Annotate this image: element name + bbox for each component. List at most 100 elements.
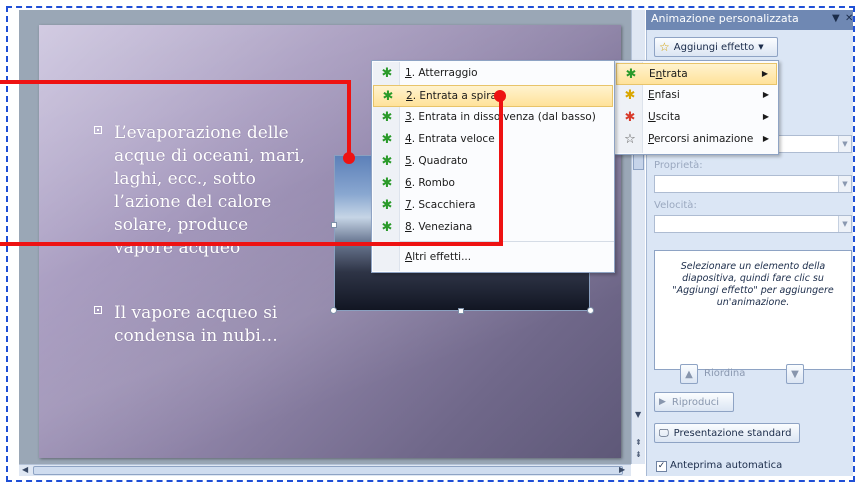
play-button[interactable]: ▶ Riproduci	[654, 392, 734, 412]
menu-item-effect-4[interactable]: ✱ 4. Entrata veloce	[373, 129, 613, 151]
play-icon: ▶	[659, 397, 666, 407]
annotation-line	[347, 80, 351, 158]
menu-item-label: . Rombo	[411, 177, 455, 189]
green-star-icon: ✱	[381, 198, 393, 213]
menu-item-entrance[interactable]: ✱ Entrata ▶	[616, 63, 777, 85]
bullet-1-line: L’evaporazione delle	[114, 123, 289, 143]
menu-item-label: . Scacchiera	[411, 199, 476, 211]
menu-item-label: . Entrata a spirale	[412, 90, 507, 102]
effect-type-menu: ✱ Entrata ▶ ✱ Enfasi ▶ ✱ Uscita ▶ ☆ Perc…	[614, 60, 779, 155]
menu-item-effect-8[interactable]: ✱ 8. Veneziana	[373, 217, 613, 239]
slideshow-icon: 🖵	[659, 427, 669, 439]
motion-path-icon: ☆	[624, 132, 636, 147]
horizontal-scroll-thumb[interactable]	[33, 466, 623, 475]
annotation-dot	[494, 90, 506, 102]
menu-item-effect-6[interactable]: ✱ 6. Rombo	[373, 173, 613, 195]
menu-item-label: ercorsi animazione	[653, 133, 754, 145]
bullet-2[interactable]: Il vapore acqueo si condensa in nubi…	[94, 302, 278, 348]
add-effect-button[interactable]: ☆ Aggiungi effetto ▼	[654, 37, 778, 57]
chevron-down-icon: ▼	[838, 136, 851, 152]
menu-item-more-effects[interactable]: Altri effetti...	[373, 247, 613, 269]
submenu-arrow-icon: ▶	[762, 90, 769, 99]
menu-item-label: . Entrata in dissolvenza (dal basso)	[411, 111, 596, 123]
bullet-1-line: solare, produce	[114, 215, 249, 235]
green-star-icon: ✱	[381, 132, 393, 147]
annotation-dot	[343, 152, 355, 164]
green-star-icon: ✱	[381, 110, 393, 125]
menu-item-label: ltri effetti...	[412, 251, 472, 263]
menu-item-label: scita	[655, 111, 681, 123]
menu-item-label: U	[648, 111, 656, 123]
green-star-icon: ✱	[381, 66, 393, 81]
autopreview-label: Anteprima automatica	[670, 460, 783, 471]
menu-item-label: E	[649, 68, 656, 80]
annotation-line	[499, 96, 503, 246]
bullet-1[interactable]: L’evaporazione delle acque di oceani, ma…	[94, 122, 305, 260]
menu-item-effect-2[interactable]: ✱ 2. Entrata a spirale	[373, 85, 613, 107]
next-slide-icon[interactable]: ⇟	[635, 450, 642, 459]
animation-list[interactable]: Selezionare un elemento della diapositiv…	[654, 250, 852, 370]
bullet-1-line: laghi, ecc., sotto	[114, 169, 256, 189]
chevron-down-icon: ▼	[758, 43, 764, 51]
menu-item-effect-5[interactable]: ✱ 5. Quadrato	[373, 151, 613, 173]
bullet-marker-icon	[94, 126, 102, 134]
resize-handle[interactable]	[587, 307, 594, 314]
exit-icon: ✱	[624, 110, 636, 125]
resize-handle[interactable]	[458, 308, 464, 314]
menu-item-label: . Atterraggio	[411, 67, 478, 79]
add-effect-label: Aggiungi effetto	[673, 41, 755, 53]
annotation-line	[0, 80, 350, 84]
slideshow-button[interactable]: 🖵 Presentazione standard	[654, 423, 800, 443]
move-up-icon[interactable]: ▲	[680, 364, 698, 384]
menu-item-label: E	[648, 89, 655, 101]
scroll-left-arrow-icon[interactable]: ◀	[22, 465, 28, 474]
properties-select[interactable]: ▼	[654, 175, 852, 193]
slideshow-label: Presentazione standard	[673, 427, 792, 439]
horizontal-scrollbar[interactable]: ◀ ▶	[19, 464, 631, 476]
menu-item-effect-1[interactable]: ✱ 1. Atterraggio	[373, 63, 613, 85]
menu-item-number: 7	[405, 199, 412, 211]
pane-title: Animazione personalizzata	[651, 12, 799, 25]
pane-menu-arrow-icon[interactable]: ▼	[832, 13, 840, 24]
menu-item-number: 2	[406, 90, 413, 102]
menu-item-number: 8	[405, 221, 412, 233]
green-star-icon: ✱	[382, 89, 394, 104]
menu-item-effect-3[interactable]: ✱ 3. Entrata in dissolvenza (dal basso)	[373, 107, 613, 129]
add-effect-star-icon: ☆	[659, 40, 670, 54]
autopreview-checkbox[interactable]: ✓	[656, 461, 667, 472]
move-down-icon[interactable]: ▼	[786, 364, 804, 384]
scroll-down-arrow-icon[interactable]: ▼	[635, 410, 641, 419]
bullet-2-line: condensa in nubi…	[114, 326, 278, 346]
menu-item-label: . Entrata veloce	[411, 133, 495, 145]
speed-label: Velocità:	[654, 200, 697, 211]
menu-item-number: 1	[405, 67, 412, 79]
menu-item-number: 5	[405, 155, 412, 167]
resize-handle[interactable]	[331, 222, 337, 228]
menu-item-label: nfasi	[654, 89, 680, 101]
properties-label: Proprietà:	[654, 160, 703, 171]
emphasis-icon: ✱	[624, 88, 636, 103]
annotation-line	[0, 242, 503, 246]
speed-select[interactable]: ▼	[654, 215, 852, 233]
green-star-icon: ✱	[381, 154, 393, 169]
entrance-icon: ✱	[625, 67, 637, 82]
menu-item-exit[interactable]: ✱ Uscita ▶	[616, 107, 777, 129]
close-icon[interactable]: ✕	[845, 13, 853, 24]
bullet-1-line: vapore acqueo	[114, 238, 241, 258]
animation-list-hint: Selezionare un elemento della diapositiv…	[672, 261, 834, 308]
play-label: Riproduci	[671, 396, 719, 408]
scroll-right-arrow-icon[interactable]: ▶	[619, 465, 625, 474]
resize-handle[interactable]	[330, 307, 337, 314]
submenu-arrow-icon: ▶	[761, 69, 768, 78]
menu-item-effect-7[interactable]: ✱ 7. Scacchiera	[373, 195, 613, 217]
reorder-label: Riordina	[704, 368, 746, 379]
menu-item-motion-paths[interactable]: ☆ Percorsi animazione ▶	[616, 129, 777, 151]
green-star-icon: ✱	[381, 220, 393, 235]
menu-item-emphasis[interactable]: ✱ Enfasi ▶	[616, 85, 777, 107]
bullet-1-line: l’azione del calore	[114, 192, 272, 212]
menu-item-number: 6	[405, 177, 412, 189]
chevron-down-icon: ▼	[838, 176, 851, 192]
menu-item-number: 4	[405, 133, 412, 145]
menu-item-number: 3	[405, 111, 412, 123]
previous-slide-icon[interactable]: ⇞	[635, 438, 642, 447]
